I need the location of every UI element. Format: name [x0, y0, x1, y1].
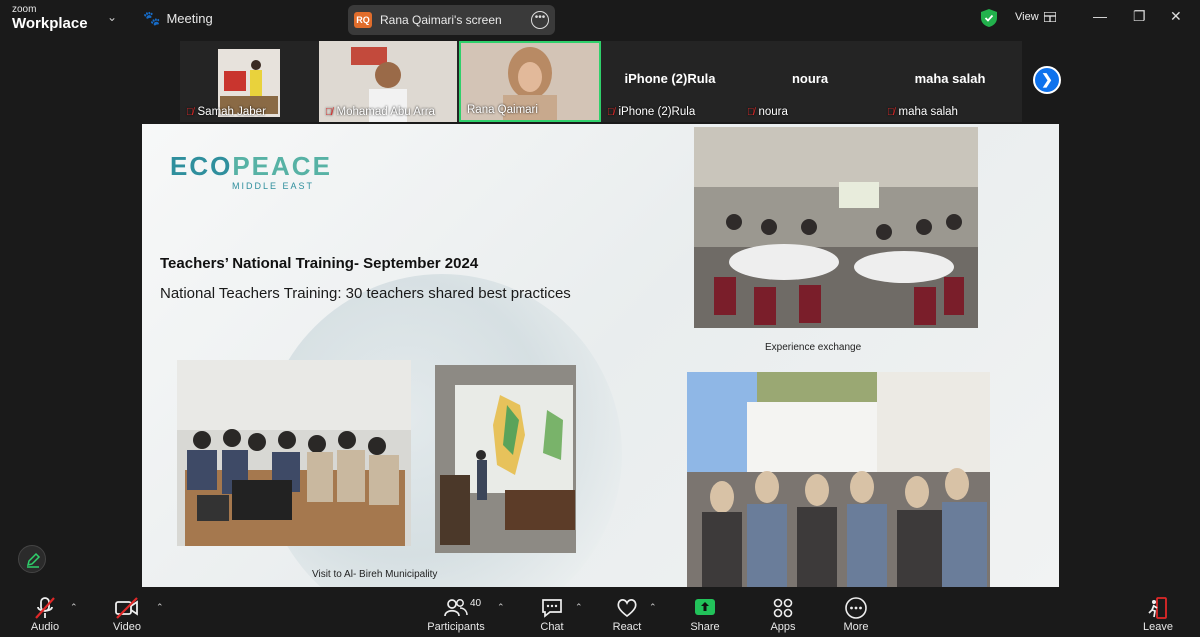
- chat-button[interactable]: Chat: [532, 589, 572, 637]
- participant-tile[interactable]: noura 🎙̸ noura: [741, 41, 879, 122]
- shared-slide: ECOPEACE MIDDLE EAST Teachers’ National …: [142, 124, 1059, 587]
- restore-window-icon[interactable]: ❐: [1133, 8, 1146, 25]
- brand-bottom: Workplace: [12, 15, 88, 32]
- zoom-workplace-logo[interactable]: zoom Workplace: [12, 4, 88, 32]
- title-bar: zoom Workplace ⌄ 🐾 Meeting RQ Rana Qaima…: [0, 0, 1200, 38]
- photo-municipality-visit: [177, 360, 411, 546]
- photo-outdoor-visit: [687, 372, 990, 587]
- next-page-arrow-icon[interactable]: ❯: [1033, 66, 1061, 94]
- view-label: View: [1015, 11, 1039, 23]
- more-options-icon[interactable]: •••: [531, 11, 549, 29]
- meeting-info-button[interactable]: 🐾 Meeting: [143, 10, 213, 27]
- react-label: React: [612, 621, 642, 633]
- share-label: Share: [690, 621, 720, 633]
- chat-icon: [532, 596, 572, 620]
- participant-name: 🎙̸ maha salah: [887, 106, 958, 118]
- chevron-down-icon[interactable]: ⌄: [107, 10, 117, 24]
- participant-display-name: maha salah: [914, 71, 986, 86]
- participant-name: 🎙̸ noura: [747, 106, 788, 118]
- chat-options-caret[interactable]: ⌃: [575, 602, 583, 613]
- participant-name: 🎙̸ Samah Jaber: [186, 106, 266, 118]
- participant-tile[interactable]: maha salah 🎙̸ maha salah: [881, 41, 1019, 122]
- video-off-icon: [104, 596, 150, 620]
- participant-count: 40: [470, 598, 482, 609]
- audio-button[interactable]: Audio: [22, 589, 68, 637]
- muted-mic-icon: [22, 596, 68, 620]
- view-button[interactable]: View: [1015, 11, 1056, 23]
- more-icon: [836, 596, 876, 620]
- participant-display-name: iPhone (2)Rula: [624, 71, 716, 86]
- leave-button[interactable]: Leave: [1138, 589, 1178, 637]
- leave-label: Leave: [1143, 621, 1173, 633]
- participants-label: Participants: [427, 621, 485, 633]
- close-icon[interactable]: ✕: [1170, 8, 1182, 25]
- more-label: More: [843, 621, 869, 633]
- muted-mic-icon: 🎙̸: [186, 106, 194, 118]
- participants-options-caret[interactable]: ⌃: [497, 602, 505, 613]
- muted-mic-icon: 🎙̸: [887, 106, 895, 118]
- react-options-caret[interactable]: ⌃: [649, 602, 657, 613]
- grid-view-icon: [1043, 12, 1056, 22]
- minimize-icon[interactable]: —: [1093, 8, 1107, 24]
- caption-experience-exchange: Experience exchange: [765, 342, 862, 353]
- share-button[interactable]: Share: [685, 589, 725, 637]
- annotate-button[interactable]: [18, 545, 46, 573]
- leave-icon: [1138, 596, 1178, 620]
- participant-display-name: noura: [791, 71, 829, 86]
- meeting-controls: Audio ⌃ Video ⌃ Participants 40 ⌃ Chat ⌃…: [0, 589, 1200, 637]
- muted-mic-icon: 🎙̸: [325, 106, 333, 118]
- brand-top: zoom: [12, 4, 37, 15]
- video-label: Video: [113, 621, 141, 633]
- pencil-icon: [26, 552, 41, 568]
- participant-tile[interactable]: iPhone (2)Rula 🎙̸ iPhone (2)Rula: [601, 41, 739, 122]
- participant-tile[interactable]: 🎙̸ Samah Jaber: [180, 41, 318, 122]
- caption-municipality-visit: Visit to Al- Bireh Municipality: [312, 569, 438, 580]
- share-screen-icon: [685, 596, 725, 620]
- slide-title: Teachers’ National Training- September 2…: [160, 255, 479, 272]
- video-button[interactable]: Video: [104, 589, 150, 637]
- ecopeace-logo: ECOPEACE MIDDLE EAST: [170, 151, 332, 191]
- slide-subtitle: National Teachers Training: 30 teachers …: [160, 285, 571, 302]
- apps-icon: [763, 596, 803, 620]
- apps-label: Apps: [770, 621, 796, 633]
- participant-name: Rana Qaimari: [467, 104, 538, 116]
- participant-name: 🎙̸ Mohamad Abu Arra: [325, 106, 435, 118]
- participant-tile-active-speaker[interactable]: Rana Qaimari: [459, 41, 601, 122]
- heart-icon: [607, 596, 647, 620]
- participant-tile[interactable]: 🎙̸ Mohamad Abu Arra: [319, 41, 457, 122]
- photo-map-presentation: [435, 365, 576, 553]
- apps-button[interactable]: Apps: [763, 589, 803, 637]
- video-options-caret[interactable]: ⌃: [156, 602, 164, 613]
- audio-options-caret[interactable]: ⌃: [70, 602, 78, 613]
- paw-icon: 🐾: [143, 10, 161, 26]
- audio-label: Audio: [30, 621, 60, 633]
- muted-mic-icon: 🎙̸: [607, 106, 615, 118]
- shared-screen-indicator[interactable]: RQ Rana Qaimari's screen •••: [348, 5, 555, 35]
- shared-screen-label: Rana Qaimari's screen: [380, 13, 502, 27]
- participant-name: 🎙̸ iPhone (2)Rula: [607, 106, 696, 118]
- meeting-label: Meeting: [166, 11, 213, 26]
- more-button[interactable]: More: [836, 589, 876, 637]
- muted-mic-icon: 🎙̸: [747, 106, 755, 118]
- sharer-avatar: RQ: [354, 12, 372, 28]
- participant-strip: 🎙̸ Samah Jaber 🎙̸ Mohamad Abu Arra Rana Qa…: [180, 41, 1022, 122]
- react-button[interactable]: React: [607, 589, 647, 637]
- chat-label: Chat: [540, 621, 564, 633]
- participants-button[interactable]: Participants: [424, 589, 488, 637]
- photo-experience-exchange: [694, 127, 978, 328]
- encryption-shield-icon[interactable]: [981, 9, 997, 27]
